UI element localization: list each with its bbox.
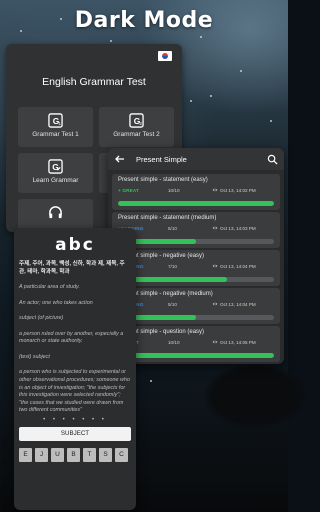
test-name: Present simple - question (easy) <box>118 329 205 335</box>
test-list-item[interactable]: Present simple - negative (easy)LEARNING… <box>112 250 280 286</box>
definition-text: An actor; one who takes action <box>19 299 93 306</box>
tile-label: Learn Grammar <box>32 177 79 184</box>
eye-icon <box>212 226 218 230</box>
progress-bar <box>118 353 274 358</box>
tile-label: Grammar Test 2 <box>113 131 160 138</box>
progress-bar <box>118 201 274 206</box>
definition-text: A particular area of study. <box>19 284 80 291</box>
test-name: Present simple - negative (medium) <box>118 291 213 297</box>
test-meta-row: + GREAT 10/10 Oct 13, 14:02 PM <box>118 187 274 193</box>
answer-dots: • • • • • • • <box>43 416 107 423</box>
test-name: Present simple - negative (easy) <box>118 253 205 259</box>
test-meta-row: + GREAT10/10Oct 13, 14:05 PM <box>118 339 274 345</box>
abc-logo: abc <box>55 235 95 255</box>
eye-icon <box>212 302 218 306</box>
test-list-item[interactable]: Present simple - statement (medium)LEARN… <box>112 212 280 248</box>
letter-key[interactable]: C <box>115 447 128 462</box>
definition-text: subject (of picture) <box>19 315 64 322</box>
letter-key[interactable]: J <box>35 447 48 462</box>
g1-icon: G 1 <box>48 113 63 128</box>
test-name: Present simple - statement (medium) <box>118 215 217 221</box>
list-header: Present Simple <box>108 148 284 170</box>
score: 10/10 <box>168 187 180 193</box>
g2-icon: G 2 <box>129 113 144 128</box>
progress-bar <box>118 277 274 282</box>
test-name: Present simple - statement (easy) <box>118 177 208 183</box>
learn-icon: G <box>48 159 63 174</box>
progress-fill <box>118 201 274 206</box>
definition-text: a person who is subjected to experimenta… <box>19 369 130 414</box>
headline: Dark Mode <box>74 8 214 33</box>
tile-grammar-test-2[interactable]: G 2 Grammar Test 2 <box>99 107 174 147</box>
headphones-icon <box>49 206 62 219</box>
app-title: English Grammar Test <box>42 76 146 88</box>
status-badge: + GREAT <box>118 187 140 193</box>
timestamp: Oct 13, 14:04 PM <box>220 263 256 269</box>
progress-bar <box>118 315 274 320</box>
definition-text: (test) subject <box>19 353 50 360</box>
list-title: Present Simple <box>136 154 187 164</box>
progress-bar <box>118 239 274 244</box>
letter-key[interactable]: S <box>99 447 112 462</box>
back-arrow-icon[interactable] <box>114 153 126 165</box>
definition-text: a person ruled over by another, especial… <box>19 330 124 345</box>
search-icon[interactable] <box>267 154 278 165</box>
test-meta-row: LEARNING7/10Oct 13, 14:04 PM <box>118 263 274 269</box>
progress-fill <box>118 353 274 358</box>
answer-field[interactable]: SUBJECT <box>19 426 131 441</box>
tile-learn-grammar[interactable]: G Learn Grammar <box>18 153 93 193</box>
flag-icon[interactable] <box>158 51 172 61</box>
test-list-item[interactable]: Present simple - negative (medium)LEARNI… <box>112 288 280 324</box>
svg-text:2: 2 <box>139 121 142 126</box>
timestamp: Oct 13, 14:02 PM <box>220 187 256 193</box>
test-meta-row: LEARNING5/10Oct 13, 14:04 PM <box>118 301 274 307</box>
timestamp: Oct 13, 14:03 PM <box>220 225 256 231</box>
letter-key[interactable]: B <box>67 447 80 462</box>
svg-text:G: G <box>52 162 59 172</box>
flashcard-panel: abc 주제, 주어, 과목, 백성, 신하, 학과 제, 제목, 주관, 테마… <box>14 228 136 510</box>
letter-key[interactable]: U <box>51 447 64 462</box>
svg-text:1: 1 <box>58 121 61 126</box>
tile-label: Grammar Test 1 <box>32 131 79 138</box>
test-meta-row: LEARNING5/10Oct 13, 14:03 PM <box>118 225 274 231</box>
eye-icon <box>212 340 218 344</box>
score: 7/10 <box>168 263 177 269</box>
eye-icon <box>212 188 218 192</box>
score: 10/10 <box>168 339 180 345</box>
score: 5/10 <box>168 225 177 231</box>
eye-icon <box>212 264 218 268</box>
test-list-item[interactable]: Present simple - statement (easy) + GREAT… <box>112 174 280 210</box>
korean-translation: 주제, 주어, 과목, 백성, 신하, 학과 제, 제목, 주관, 테마, 학과… <box>19 261 125 275</box>
letter-key[interactable]: T <box>83 447 96 462</box>
score: 5/10 <box>168 301 177 307</box>
tile-grammar-test-1[interactable]: G 1 Grammar Test 1 <box>18 107 93 147</box>
letter-key[interactable]: E <box>19 447 32 462</box>
timestamp: Oct 13, 14:04 PM <box>220 301 256 307</box>
test-list-item[interactable]: Present simple - question (easy)+ GREAT1… <box>112 326 280 362</box>
timestamp: Oct 13, 14:05 PM <box>220 339 256 345</box>
